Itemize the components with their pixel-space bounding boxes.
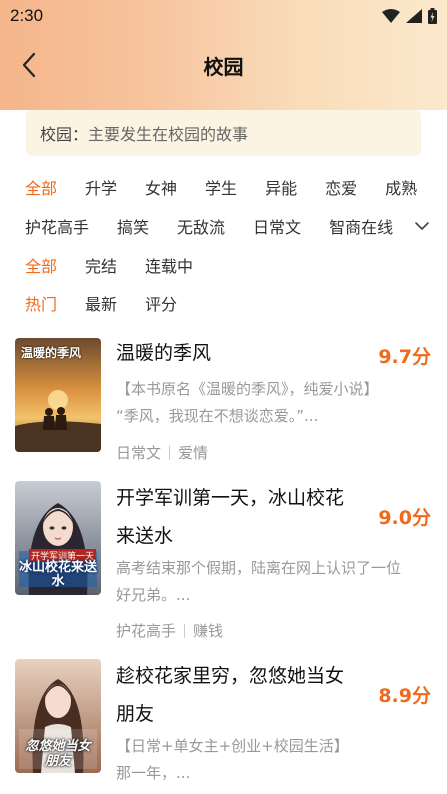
book-score: 8.9分 [378,685,431,707]
book-cover: 开学军训第一天 冰山校花来送水 [15,481,101,595]
expand-tags-button[interactable] [414,217,434,235]
cover-title: 冰山校花来送水 [19,560,98,589]
filter-tag[interactable]: 恋爱 [325,175,357,199]
book-title: 趁校花家里穷，忽悠她当女 朋友 [116,665,345,725]
cover-title: 忽悠她当女朋友 [25,739,91,769]
filter-tag[interactable]: 搞笑 [117,214,149,238]
cover-title: 温暖的季风 [21,346,82,360]
book-tag: 赚钱 [193,622,224,640]
sort-filter-row: 热门 最新 评分 [25,291,205,315]
filter-tag[interactable]: 智商在线 [329,214,393,238]
wifi-icon [382,9,400,23]
filter-tag[interactable]: 成熟 [385,175,417,199]
book-cover: 忽悠她当女朋友 [15,659,101,773]
nav-bar: 校园 [0,40,447,90]
book-item[interactable]: 温暖的季风 温暖的季风 9.7分 【本书原名《温暖的季风》，纯爱小说】 “季风，… [15,338,435,462]
book-item[interactable]: 开学军训第一天 冰山校花来送水 开学军训第一天，冰山校花 来送水 9.0分 高考… [15,481,435,641]
filter-tag[interactable]: 全部 [25,175,57,199]
back-button[interactable] [14,50,44,80]
page-title: 校园 [203,54,244,79]
battery-icon [428,8,437,24]
status-bar: 2:30 [0,0,447,32]
book-description: 高考结束那个假期，陆离在网上认识了一位 好兄弟。... [116,559,402,604]
filter-tag[interactable]: 异能 [265,175,297,199]
status-filter-row: 全部 完结 连载中 [25,253,221,277]
chevron-down-icon [415,222,429,230]
sort-option[interactable]: 评分 [145,291,177,315]
book-item[interactable]: 忽悠她当女朋友 趁校花家里穷，忽悠她当女 朋友 8.9分 【日常+单女主+创业+… [15,659,435,794]
book-score: 9.0分 [378,507,431,529]
signal-icon [406,9,422,23]
description-text: 主要发生在校园的故事 [88,125,249,144]
status-icons [382,8,437,24]
filter-tag[interactable]: 升学 [85,175,117,199]
tag-filter-row-2: 护花高手 搞笑 无敌流 日常文 智商在线 [25,214,421,238]
book-tags: 日常文 爱情 [116,442,208,463]
filter-tag[interactable]: 护花高手 [25,214,89,238]
filter-tag[interactable]: 日常文 [253,214,301,238]
tag-divider [184,623,186,638]
book-score: 9.7分 [378,346,431,368]
book-title: 温暖的季风 [116,342,212,364]
book-cover: 温暖的季风 [15,338,101,452]
status-time: 2:30 [10,6,44,25]
filter-tag[interactable]: 女神 [145,175,177,199]
book-tags: 护花高手 赚钱 [116,620,223,641]
status-filter[interactable]: 完结 [85,253,117,277]
tag-divider [169,445,171,460]
sort-option[interactable]: 最新 [85,291,117,315]
status-filter[interactable]: 连载中 [145,253,193,277]
book-description: 【日常+单女主+创业+校园生活】 那一年，... [116,737,349,782]
tag-filter-row-1: 全部 升学 女神 学生 异能 恋爱 成熟 [25,175,445,199]
chevron-left-icon [22,52,36,78]
status-filter[interactable]: 全部 [25,253,57,277]
book-tag: 日常文 [116,444,162,462]
category-description: 校园： 主要发生在校园的故事 [26,110,421,156]
book-title: 开学军训第一天，冰山校花 来送水 [116,487,345,547]
book-tag: 护花高手 [116,622,177,640]
description-label: 校园： [40,125,89,144]
filter-tag[interactable]: 无敌流 [177,214,225,238]
book-description: 【本书原名《温暖的季风》，纯爱小说】 “季风，我现在不想谈恋爱。”... [116,380,379,425]
book-tag: 爱情 [178,444,209,462]
filter-tag[interactable]: 学生 [205,175,237,199]
sort-option[interactable]: 热门 [25,291,57,315]
